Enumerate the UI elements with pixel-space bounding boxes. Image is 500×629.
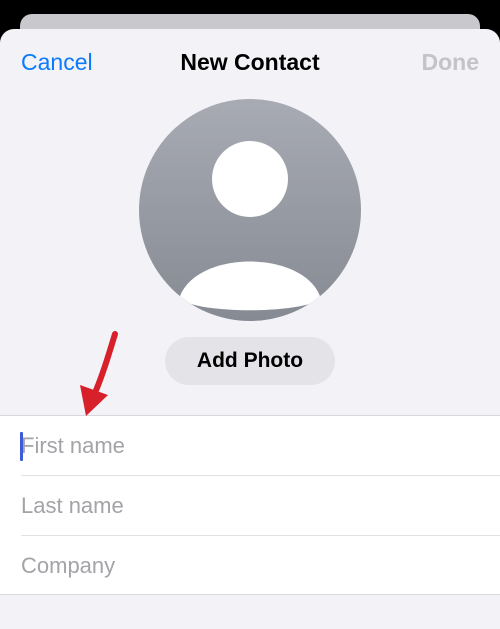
contact-form xyxy=(0,415,500,595)
annotation-arrow-icon xyxy=(80,331,118,416)
first-name-field[interactable] xyxy=(21,416,481,475)
company-field[interactable] xyxy=(21,536,481,595)
company-row xyxy=(0,536,500,596)
navigation-bar: Cancel New Contact Done xyxy=(0,29,500,99)
last-name-row xyxy=(0,476,500,536)
last-name-field[interactable] xyxy=(21,476,481,535)
first-name-row xyxy=(0,416,500,476)
done-button[interactable]: Done xyxy=(422,49,480,76)
person-placeholder-icon xyxy=(179,141,321,311)
text-cursor xyxy=(20,432,23,461)
contact-avatar[interactable] xyxy=(139,99,361,321)
new-contact-sheet: Cancel New Contact Done Add Photo xyxy=(0,29,500,629)
add-photo-button[interactable]: Add Photo xyxy=(165,337,335,385)
